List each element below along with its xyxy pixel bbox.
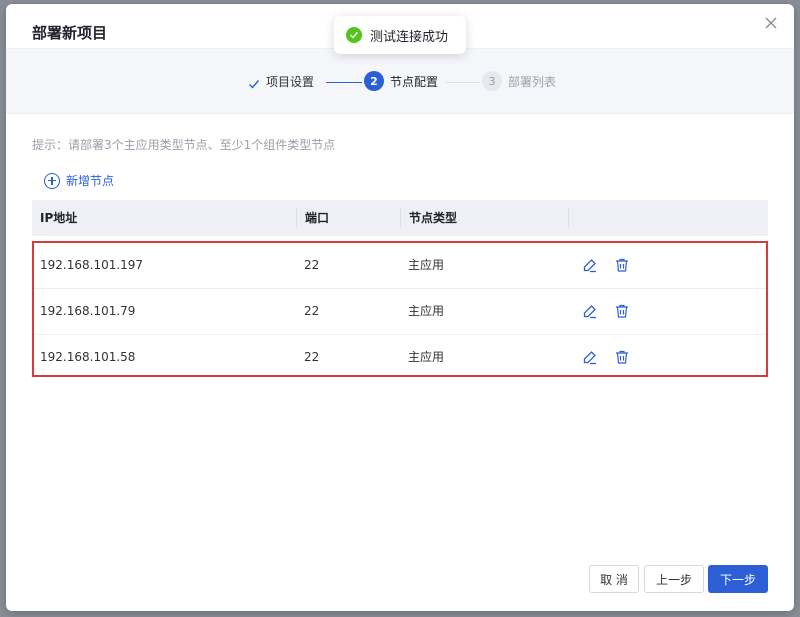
step-project-settings[interactable]: 项目设置 [248,69,314,93]
plus-circle-icon [44,172,60,189]
table-row: 192.168.101.197 22 主应用 [34,243,766,288]
add-node-label: 新增节点 [66,174,115,188]
type-cell: 主应用 [408,258,445,272]
port-cell: 22 [304,258,320,272]
type-cell: 主应用 [408,304,445,318]
column-header: IP地址 [40,211,78,225]
edit-icon[interactable] [582,257,598,273]
edit-icon[interactable] [582,303,598,319]
delete-icon[interactable] [614,349,630,365]
edit-icon[interactable] [582,349,598,365]
step-label: 项目设置 [266,74,315,89]
cancel-button[interactable]: 取 消 [589,565,639,593]
check-circle-icon [346,27,362,43]
node-table: IP地址 端口 节点类型 192.168.101.197 22 主应用 192.… [32,200,768,377]
deploy-dialog: 部署新项目 项目设置 2 节点配置 3 部署列表 提示：请部署3个主应用类型节点… [6,4,794,611]
highlighted-rows: 192.168.101.197 22 主应用 192.168.101.79 22… [32,241,768,377]
step-connector [446,82,480,83]
ip-cell: 192.168.101.58 [40,350,136,364]
ip-cell: 192.168.101.197 [40,258,144,272]
step-number: 3 [482,71,502,91]
add-node-button[interactable]: 新增节点 [44,172,114,189]
port-cell: 22 [304,350,320,364]
toast-message: 测试连接成功 [370,29,449,45]
ip-cell: 192.168.101.79 [40,304,136,318]
success-toast: 测试连接成功 [334,16,466,54]
table-header: IP地址 端口 节点类型 [32,200,768,236]
close-icon[interactable] [762,14,780,32]
next-step-button[interactable]: 下一步 [708,565,768,593]
type-cell: 主应用 [408,350,445,364]
delete-icon[interactable] [614,303,630,319]
delete-icon[interactable] [614,257,630,273]
dialog-title: 部署新项目 [32,24,108,42]
step-node-config[interactable]: 2 节点配置 [364,69,438,93]
column-header: 端口 [296,208,329,228]
table-row: 192.168.101.79 22 主应用 [34,288,766,334]
step-number: 2 [364,71,384,91]
prev-step-button[interactable]: 上一步 [644,565,704,593]
steps-bar: 项目设置 2 节点配置 3 部署列表 [6,48,794,114]
table-row: 192.168.101.58 22 主应用 [34,334,766,380]
hint-text: 提示：请部署3个主应用类型节点、至少1个组件类型节点 [32,138,336,152]
column-header [568,208,577,228]
step-deploy-list[interactable]: 3 部署列表 [482,69,556,93]
port-cell: 22 [304,304,320,318]
step-label: 部署列表 [508,74,557,89]
column-header: 节点类型 [400,208,457,228]
step-connector [326,82,362,83]
check-icon [248,75,260,89]
step-label: 节点配置 [390,74,439,89]
